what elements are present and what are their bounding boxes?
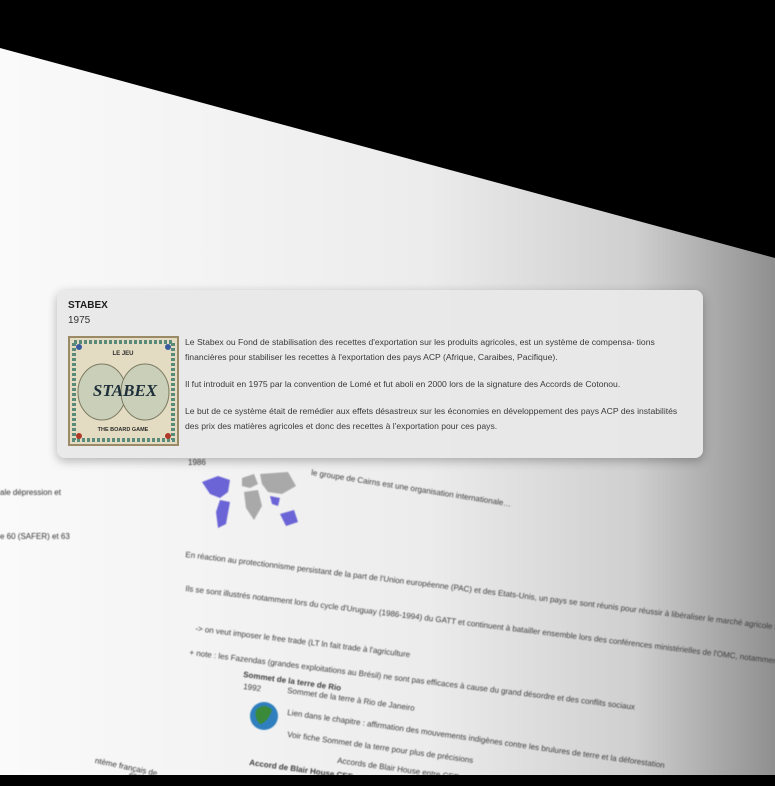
board-bottom-label: THE BOARD GAME [98,427,149,433]
popup-paragraph: Le Stabex ou Fond de stabilisation des r… [185,337,655,362]
bg-year-text: 1992 [242,682,262,694]
stabex-board-game-image: LE JEU STABEX THE BOARD GAME [68,336,179,446]
bg-text-block: le groupe de Cairns est une organisation… [310,468,512,509]
popup-paragraph: Le but de ce système était de remédier a… [185,406,678,431]
popup-year: 1975 [68,315,91,326]
left-text-fragment: e 60 (SAFER) et 63 [0,532,70,541]
world-map-image [202,472,298,528]
left-text-fragment: ésol de la [128,770,164,786]
popup-paragraph: Il fut introduit en 1975 par la conventi… [185,379,621,389]
stabex-popup-card[interactable]: STABEX 1975 LE JEU STABEX THE BOARD GAME… [57,290,703,458]
board-top-label: LE JEU [112,351,133,357]
earth-summit-logo [250,702,278,730]
board-game-art: LE JEU STABEX THE BOARD GAME [70,338,177,444]
board-logo-label: STABEX [93,381,158,400]
popup-title: STABEX [68,300,108,311]
left-text-fragment: ale dépression et [0,488,61,497]
popup-description: Le Stabex ou Fond de stabilisation des r… [185,335,690,446]
